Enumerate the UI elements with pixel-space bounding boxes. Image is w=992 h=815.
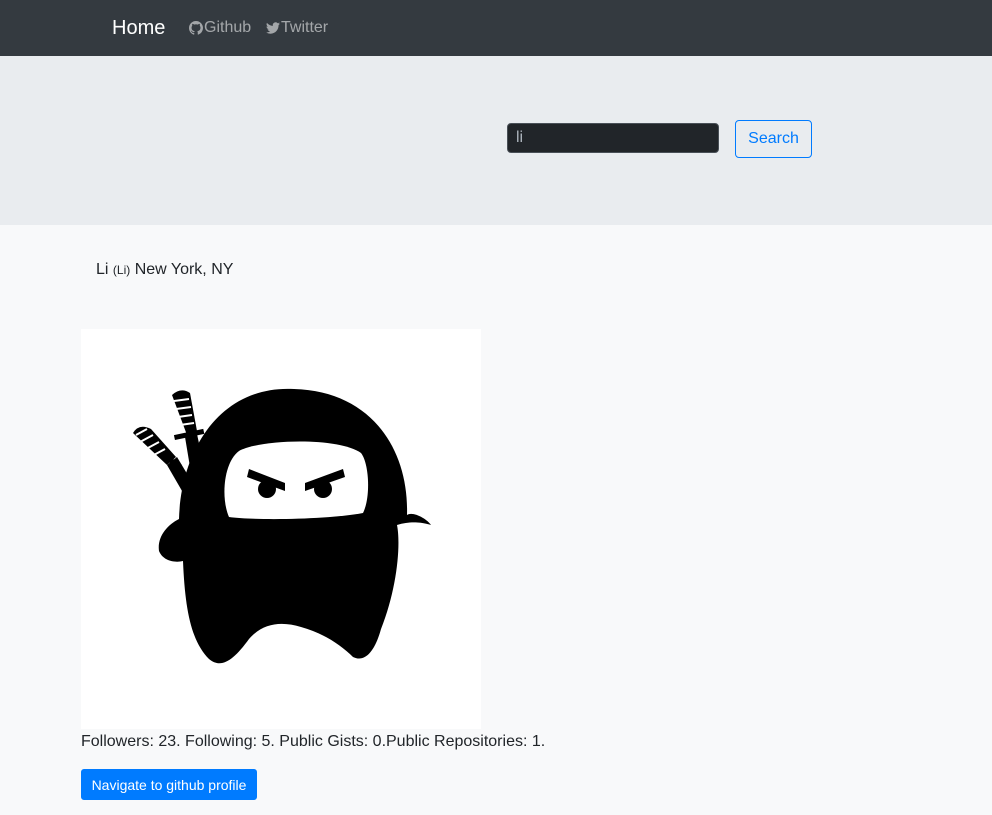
search-button[interactable]: Search — [735, 120, 812, 158]
user-summary: Li (Li) New York, NY — [96, 260, 233, 280]
user-name: Li — [96, 261, 109, 278]
top-navbar: Home Github Twitter — [0, 0, 992, 56]
user-location: New York, NY — [134, 261, 234, 278]
nav-github-label: Github — [204, 19, 252, 36]
nav-twitter-label: Twitter — [281, 19, 329, 36]
nav-home-link[interactable]: Home — [112, 15, 165, 41]
nav-github-link[interactable]: Github — [189, 18, 251, 38]
user-login: (Li) — [112, 263, 131, 277]
search-jumbotron — [0, 56, 992, 225]
twitter-icon — [266, 22, 280, 34]
navigate-github-profile-button[interactable]: Navigate to github profile — [81, 769, 257, 800]
avatar — [81, 329, 481, 729]
user-stats: Followers: 23. Following: 5. Public Gist… — [81, 733, 546, 750]
nav-twitter-link[interactable]: Twitter — [266, 18, 328, 38]
search-input[interactable] — [507, 123, 719, 153]
ninja-avatar-icon — [133, 388, 431, 664]
github-icon — [189, 21, 203, 35]
